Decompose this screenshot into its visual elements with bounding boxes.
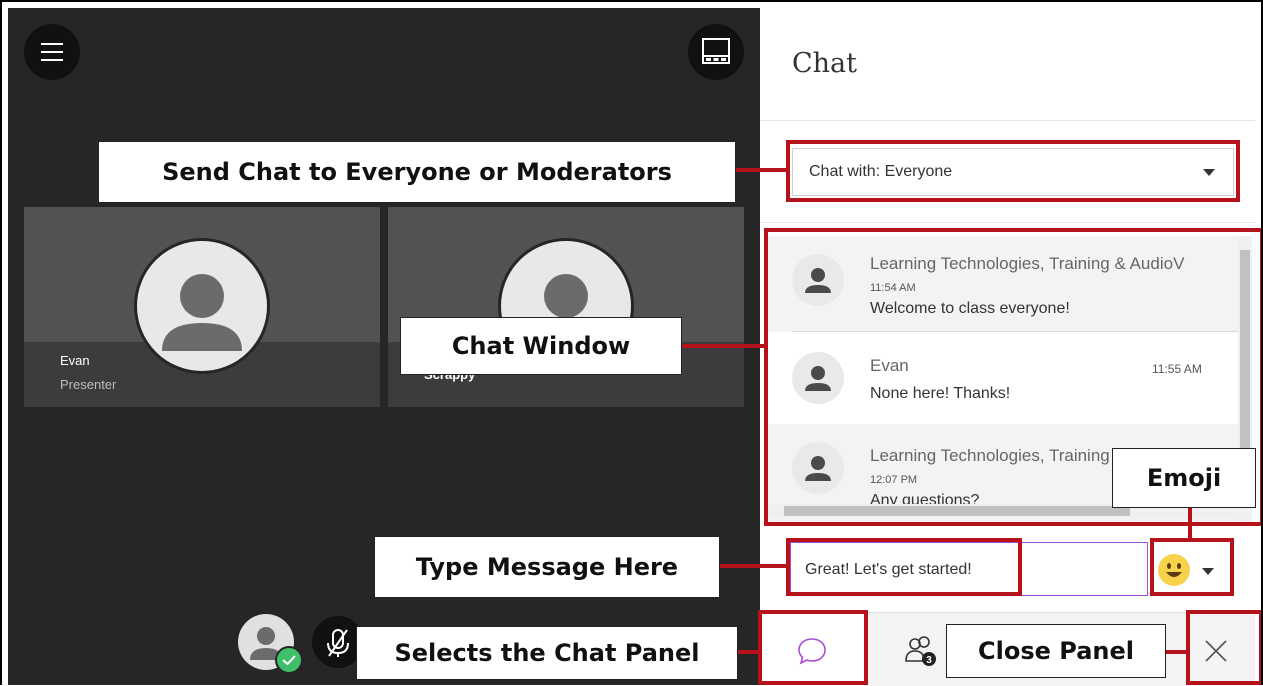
participant-avatar [134, 238, 270, 374]
divider [760, 222, 1255, 223]
gallery-layout-icon [702, 38, 730, 64]
annotation-connector [682, 344, 768, 348]
annotation-connector [720, 564, 788, 568]
layout-toggle-button[interactable] [688, 24, 744, 80]
menu-button[interactable] [24, 24, 80, 80]
annotation-selects-chat: Selects the Chat Panel [356, 626, 738, 680]
participant-name: Evan [60, 353, 90, 368]
status-check-icon [275, 646, 303, 674]
participant-role: Presenter [60, 377, 117, 392]
participant-tile[interactable]: Evan Presenter [24, 207, 380, 407]
annotation-highlight [758, 610, 868, 685]
tab-attendees[interactable]: 3 [902, 631, 942, 671]
divider [760, 120, 1255, 121]
annotation-highlight [786, 538, 1022, 596]
annotation-chat-window: Chat Window [400, 317, 682, 375]
annotation-send-chat: Send Chat to Everyone or Moderators [98, 141, 736, 203]
annotation-connector [736, 168, 790, 172]
annotation-highlight [1150, 538, 1234, 596]
annotation-highlight [786, 140, 1240, 202]
attendees-icon: 3 [905, 636, 936, 666]
annotation-emoji: Emoji [1112, 448, 1256, 508]
annotation-close-panel: Close Panel [946, 624, 1166, 678]
annotation-type-message: Type Message Here [374, 536, 720, 598]
annotation-highlight [1186, 610, 1263, 685]
panel-title: Chat [792, 48, 857, 79]
tutorial-screenshot: Evan Presenter Scrappy [0, 0, 1263, 686]
person-icon [162, 274, 242, 351]
hamburger-icon [41, 43, 63, 61]
attendee-count: 3 [926, 655, 932, 666]
annotation-connector [1188, 508, 1192, 540]
participant-tile[interactable]: Scrappy [388, 207, 744, 407]
